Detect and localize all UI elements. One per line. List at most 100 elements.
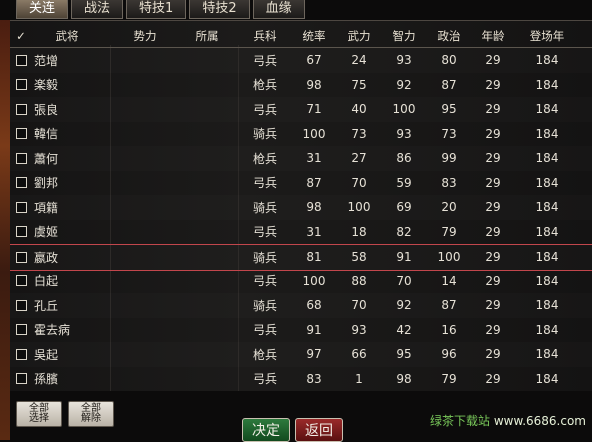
- header-intelligence[interactable]: 智力: [383, 25, 425, 47]
- war-value: 1: [355, 371, 363, 386]
- select-all-button[interactable]: 全部 选择: [16, 401, 62, 427]
- war-value: 27: [351, 151, 367, 166]
- leadership-value: 68: [306, 298, 322, 313]
- header-name[interactable]: 武将: [32, 25, 102, 47]
- politics-value: 79: [441, 371, 457, 386]
- table-row[interactable]: 霍去病 弓兵 91 93 42 16 29 184: [10, 318, 592, 343]
- row-checkbox-cell: [14, 97, 28, 122]
- intelligence-value: 69: [396, 200, 412, 215]
- politics-value: 99: [441, 151, 457, 166]
- politics-value: 73: [441, 126, 457, 141]
- table-row[interactable]: 張良 弓兵 71 40 100 95 29 184: [10, 97, 592, 122]
- politics-value: 80: [441, 53, 457, 68]
- tab-bloodline[interactable]: 血缘: [252, 0, 305, 19]
- debut-year-value: 184: [535, 273, 559, 288]
- debut-year-value: 184: [535, 347, 559, 362]
- politics-value: 96: [441, 347, 457, 362]
- row-checkbox[interactable]: [15, 226, 27, 238]
- tab-relations[interactable]: 关连: [16, 0, 69, 19]
- politics-value: 87: [441, 298, 457, 313]
- officer-name: 張良: [34, 102, 59, 117]
- unit-type: 弓兵: [252, 323, 277, 338]
- unit-type: 骑兵: [252, 127, 277, 142]
- unit-type: 弓兵: [252, 372, 277, 387]
- row-checkbox[interactable]: [15, 324, 27, 336]
- table-row[interactable]: 虞姬 弓兵 31 18 82 79 29 184: [10, 220, 592, 245]
- back-button[interactable]: 返回: [295, 418, 343, 442]
- table-row[interactable]: 嬴政 骑兵 81 58 91 100 29 184: [10, 244, 592, 271]
- row-checkbox[interactable]: [15, 79, 27, 91]
- row-checkbox[interactable]: [15, 128, 27, 140]
- row-checkbox[interactable]: [15, 275, 27, 287]
- intelligence-value: 93: [396, 126, 412, 141]
- unit-type: 弓兵: [252, 176, 277, 191]
- officer-name: 范增: [34, 53, 59, 68]
- table-row[interactable]: 白起 弓兵 100 88 70 14 29 184: [10, 269, 592, 294]
- table-row[interactable]: 孔丘 骑兵 68 70 92 87 29 184: [10, 293, 592, 318]
- row-checkbox[interactable]: [15, 103, 27, 115]
- left-decoration: [0, 20, 10, 440]
- intelligence-value: 91: [396, 250, 412, 265]
- header-age[interactable]: 年龄: [472, 25, 514, 47]
- row-checkbox[interactable]: [15, 251, 27, 263]
- row-checkbox[interactable]: [15, 177, 27, 189]
- table-row[interactable]: 吳起 枪兵 97 66 95 96 29 184: [10, 342, 592, 367]
- row-checkbox[interactable]: [15, 373, 27, 385]
- age-value: 29: [485, 102, 501, 117]
- age-value: 29: [485, 322, 501, 337]
- tab-skill-2[interactable]: 特技2: [189, 0, 250, 19]
- row-checkbox-cell: [14, 48, 28, 73]
- age-value: 29: [485, 224, 501, 239]
- war-value: 24: [351, 53, 367, 68]
- clear-all-button[interactable]: 全部 解除: [68, 401, 114, 427]
- officer-name: 霍去病: [34, 323, 71, 338]
- row-checkbox-cell: [14, 171, 28, 196]
- officer-name: 項籍: [34, 200, 59, 215]
- table-row[interactable]: 項籍 骑兵 98 100 69 20 29 184: [10, 195, 592, 220]
- tab-tactics[interactable]: 战法: [71, 0, 124, 19]
- unit-type: 弓兵: [252, 225, 277, 240]
- table-row[interactable]: 劉邦 弓兵 87 70 59 83 29 184: [10, 171, 592, 196]
- officer-name: 劉邦: [34, 176, 59, 191]
- header-unit[interactable]: 兵科: [242, 25, 288, 47]
- row-checkbox[interactable]: [15, 201, 27, 213]
- debut-year-value: 184: [535, 200, 559, 215]
- unit-type: 弓兵: [252, 274, 277, 289]
- leadership-value: 67: [306, 53, 322, 68]
- unit-type: 骑兵: [252, 250, 277, 265]
- table-row[interactable]: 蕭何 枪兵 31 27 86 99 29 184: [10, 146, 592, 171]
- header-force[interactable]: 势力: [120, 25, 170, 47]
- age-value: 29: [485, 200, 501, 215]
- war-value: 70: [351, 298, 367, 313]
- tab-skill-1[interactable]: 特技1: [126, 0, 187, 19]
- intelligence-value: 82: [396, 224, 412, 239]
- politics-value: 95: [441, 102, 457, 117]
- row-checkbox-cell: [14, 318, 28, 343]
- confirm-button[interactable]: 决定: [242, 418, 290, 442]
- header-leadership[interactable]: 统率: [293, 25, 335, 47]
- debut-year-value: 184: [535, 102, 559, 117]
- header-affiliation[interactable]: 所属: [182, 25, 232, 47]
- unit-type: 骑兵: [252, 298, 277, 313]
- table-row[interactable]: 孫臏 弓兵 83 1 98 79 29 184: [10, 367, 592, 392]
- table-row[interactable]: 范增 弓兵 67 24 93 80 29 184: [10, 48, 592, 73]
- table-row[interactable]: 韓信 骑兵 100 73 93 73 29 184: [10, 122, 592, 147]
- row-checkbox[interactable]: [15, 152, 27, 164]
- leadership-value: 87: [306, 175, 322, 190]
- row-checkbox[interactable]: [15, 299, 27, 311]
- politics-value: 79: [441, 224, 457, 239]
- debut-year-value: 184: [535, 151, 559, 166]
- header-check-mark: ✓: [16, 29, 26, 43]
- row-checkbox-cell: [14, 146, 28, 171]
- age-value: 29: [485, 53, 501, 68]
- header-war[interactable]: 武力: [338, 25, 380, 47]
- row-checkbox[interactable]: [15, 54, 27, 66]
- age-value: 29: [485, 371, 501, 386]
- row-checkbox[interactable]: [15, 348, 27, 360]
- unit-type: 弓兵: [252, 102, 277, 117]
- officer-name: 孔丘: [34, 298, 59, 313]
- table-header: ✓ 武将 势力 所属 兵科 统率 武力 智力 政治 年龄 登场年: [10, 25, 592, 48]
- header-politics[interactable]: 政治: [428, 25, 470, 47]
- table-row[interactable]: 楽毅 枪兵 98 75 92 87 29 184: [10, 73, 592, 98]
- header-debut-year[interactable]: 登场年: [517, 25, 577, 47]
